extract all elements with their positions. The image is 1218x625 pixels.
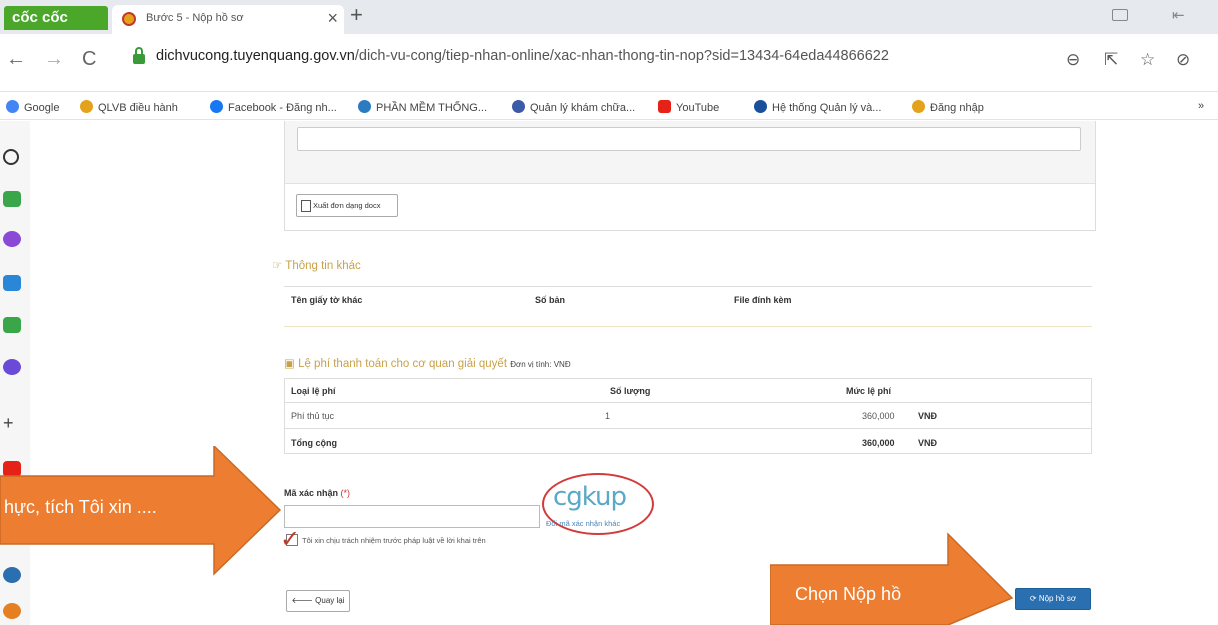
divider xyxy=(285,402,1091,403)
total-amount: 360,000 xyxy=(862,438,895,448)
emblem-icon xyxy=(80,100,93,113)
browser-tab-bar: cốc cốc Bước 5 - Nộp hồ sơ × + ⇤ xyxy=(0,0,1218,34)
annotation-right-text: Chọn Nộp hồ xyxy=(795,584,902,604)
total-currency: VNĐ xyxy=(918,438,938,448)
sidebar-app-icon[interactable] xyxy=(3,317,21,333)
highlight-circle xyxy=(542,473,654,535)
shield-icon[interactable]: ⊘ xyxy=(1176,50,1190,70)
fee-quantity: 1 xyxy=(605,411,611,421)
messenger-icon[interactable] xyxy=(3,231,21,247)
divider xyxy=(285,428,1091,429)
hand-pointer-icon: ☞ xyxy=(272,260,286,272)
back-button[interactable]: 🡐 Quay lại xyxy=(286,590,350,612)
fee-currency: VNĐ xyxy=(918,411,938,421)
captcha-input[interactable] xyxy=(284,505,540,528)
bookmarks-bar: Google QLVB điều hành Facebook - Đăng nh… xyxy=(0,92,1218,120)
fee-amount: 360,000 xyxy=(862,411,895,421)
form-card xyxy=(284,121,1096,231)
new-tab-button[interactable]: + xyxy=(350,2,363,28)
annotation-arrow-right xyxy=(770,532,1014,625)
zoom-icon[interactable]: ⊖ xyxy=(1066,50,1080,70)
unit-label: Đơn vị tính: VNĐ xyxy=(510,360,571,369)
column-header: File đính kèm xyxy=(734,295,792,305)
bookmark-google[interactable]: Google xyxy=(6,100,59,114)
bookmark-youtube[interactable]: YouTube xyxy=(658,100,719,114)
share-icon[interactable]: ⇱ xyxy=(1104,50,1118,70)
fee-name: Phí thủ tục xyxy=(291,411,335,421)
bookmark-phan-mem[interactable]: PHẦN MỀM THỐNG... xyxy=(358,100,487,114)
zalo-icon[interactable] xyxy=(3,275,21,291)
send-icon: ⟳ xyxy=(1029,594,1039,603)
brand-icon xyxy=(754,100,767,113)
window-menu-icon[interactable]: ⇤ xyxy=(1172,6,1185,24)
back-arrow-icon[interactable]: ← xyxy=(6,48,26,71)
money-icon: ▣ xyxy=(284,358,299,370)
divider xyxy=(284,286,1092,287)
add-icon[interactable]: + xyxy=(3,413,21,433)
lock-icon xyxy=(133,54,145,64)
arrow-left-icon: 🡐 xyxy=(291,596,316,605)
tab-title: Bước 5 - Nộp hồ sơ xyxy=(146,12,244,24)
url-path: /dich-vu-cong/tiep-nhan-online/xac-nhan-… xyxy=(354,48,889,64)
agreement-label: Tôi xin chịu trách nhiệm trước pháp luật… xyxy=(302,536,486,545)
textarea-field[interactable] xyxy=(297,127,1081,151)
coccoc-logo[interactable]: cốc cốc xyxy=(4,6,108,30)
more-bookmarks-icon[interactable]: » xyxy=(1198,100,1204,112)
divider xyxy=(284,326,1092,327)
bookmark-facebook[interactable]: Facebook - Đăng nh... xyxy=(210,100,337,114)
health-icon xyxy=(512,100,525,113)
fees-table xyxy=(284,378,1092,454)
section-title-other-info: ☞ Thông tin khác xyxy=(272,260,361,272)
search-app-icon[interactable] xyxy=(3,359,21,375)
bookmark-star-icon[interactable]: ☆ xyxy=(1140,50,1155,70)
check-mark-icon: ✓ xyxy=(280,526,301,553)
site-favicon-icon xyxy=(122,12,136,26)
bookmark-kham-chua[interactable]: Quản lý khám chữa... xyxy=(512,100,635,114)
screenshot-root: { "browser": { "brand": "cốc cốc", "tab_… xyxy=(0,0,1218,625)
annotation-left-text: hực, tích Tôi xin .... xyxy=(4,497,157,517)
history-icon[interactable] xyxy=(3,149,19,165)
export-docx-button[interactable]: Xuất đơn dạng docx xyxy=(296,194,398,217)
column-header: Loại lệ phí xyxy=(291,386,336,396)
bookmark-dang-nhap[interactable]: Đăng nhập xyxy=(912,100,984,114)
emblem-icon xyxy=(912,100,925,113)
sidebar-app-icon[interactable] xyxy=(3,191,21,207)
bookmark-he-thong[interactable]: Hệ thống Quản lý và... xyxy=(754,100,881,114)
card-grey-area xyxy=(285,121,1095,184)
captcha-label: Mã xác nhận (*) xyxy=(284,488,351,498)
gear-icon xyxy=(358,100,371,113)
facebook-icon xyxy=(210,100,223,113)
column-header: Tên giấy tờ khác xyxy=(291,295,363,305)
section-title-fees: ▣ Lệ phí thanh toán cho cơ quan giải quy… xyxy=(284,358,571,370)
browser-tab-active[interactable]: Bước 5 - Nộp hồ sơ × xyxy=(112,5,344,34)
tab-close-icon[interactable]: × xyxy=(327,8,338,29)
address-bar[interactable]: dichvucong.tuyenquang.gov.vn/dich-vu-con… xyxy=(156,48,889,64)
column-header: Số bản xyxy=(535,295,566,305)
column-header: Số lượng xyxy=(610,386,651,396)
google-icon xyxy=(6,100,19,113)
url-host: dichvucong.tuyenquang.gov.vn xyxy=(156,48,355,64)
forward-arrow-icon[interactable]: → xyxy=(44,48,64,71)
submit-button[interactable]: ⟳ Nộp hồ sơ xyxy=(1015,588,1091,610)
total-label: Tổng cộng xyxy=(291,438,337,448)
window-restore-icon[interactable] xyxy=(1112,9,1128,21)
reload-icon[interactable]: C xyxy=(82,48,96,71)
column-header: Mức lệ phí xyxy=(846,386,892,396)
youtube-icon xyxy=(658,100,671,113)
sidebar-app-icon[interactable] xyxy=(3,603,21,619)
bookmark-qlvb[interactable]: QLVB điều hành xyxy=(80,100,178,114)
